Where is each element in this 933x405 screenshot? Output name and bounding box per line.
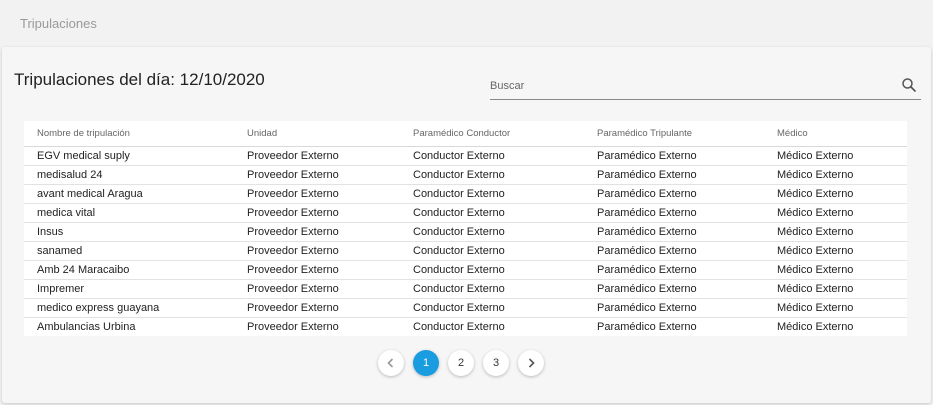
cell-doctor: Médico Externo [764,298,907,318]
cell-crew-paramedic: Paramédico Externo [584,165,764,185]
cell-crew-paramedic: Paramédico Externo [584,203,764,223]
cell-doctor: Médico Externo [777,321,854,333]
cell-doctor: Médico Externo [764,146,907,166]
cell-unit: Proveedor Externo [234,146,400,166]
cell-crew-name: medico express guayana [24,298,234,318]
crews-card: Tripulaciones del día: 12/10/2020 Nombre… [2,47,931,403]
cell-driver-paramedic: Conductor Externo [400,203,584,223]
cell-crew-name: avant medical Aragua [24,184,234,204]
previous-page-button[interactable] [378,349,404,376]
cell-crew-paramedic: Paramédico Externo [584,146,764,166]
cell-unit: Proveedor Externo [234,298,400,318]
cell-crew-paramedic: Paramédico Externo [584,184,764,204]
cell-unit: Proveedor Externo [234,222,400,242]
cell-crew-name: Ambulancias Urbina [37,321,136,333]
cell-doctor: Médico Externo [764,184,907,204]
table-row[interactable]: Insus Proveedor Externo Conductor Externo P… [24,222,907,242]
cell-unit: Proveedor Externo [234,241,400,261]
cell-crew-name: EGV medical suply [24,146,234,166]
table-row[interactable]: Ambulancias Urbina Proveedor Externo Condu… [24,318,907,337]
cell-doctor: Médico Externo [764,260,907,280]
search-field[interactable] [490,72,921,100]
cell-doctor: Médico Externo [764,241,907,261]
cell-crew-paramedic: Paramédico Externo [584,298,764,318]
pagination: 1 2 3 [378,349,544,376]
cell-crew-paramedic: Paramédico Externo [584,279,764,299]
cell-unit: Proveedor Externo [234,279,400,299]
cell-unit: Proveedor Externo [234,260,400,280]
cell-doctor: Médico Externo [764,222,907,242]
cell-crew-name: medisalud 24 [24,165,234,185]
column-header-crew-name[interactable]: Nombre de tripulación [24,121,234,147]
cell-crew-paramedic: Paramédico Externo [597,321,697,333]
table-row[interactable]: Impremer Proveedor Externo Conductor Exter… [24,279,907,299]
cell-unit: Proveedor Externo [234,203,400,223]
cell-driver-paramedic: Conductor Externo [400,222,584,242]
cell-driver-paramedic: Conductor Externo [400,184,584,204]
crews-table: Nombre de tripulación Unidad Paramédico … [24,121,907,336]
cell-unit: Proveedor Externo [234,165,400,185]
column-header-doctor[interactable]: Médico [764,121,907,147]
page-title: Tripulaciones [20,16,97,31]
cell-crew-paramedic: Paramédico Externo [584,222,764,242]
next-page-button[interactable] [518,349,544,376]
table-row[interactable]: avant medical Aragua Proveedor Externo Con… [24,184,907,204]
table-row[interactable]: sanamed Proveedor Externo Conductor Extern… [24,241,907,261]
table-header-row: Nombre de tripulación Unidad Paramédico … [24,121,907,147]
cell-doctor: Médico Externo [764,203,907,223]
cell-doctor: Médico Externo [764,165,907,185]
cell-driver-paramedic: Conductor Externo [400,279,584,299]
cell-driver-paramedic: Conductor Externo [400,298,584,318]
page-button-3[interactable]: 3 [483,349,509,376]
table-row[interactable]: EGV medical suply Proveedor Externo Conduc… [24,146,907,166]
table-row[interactable]: medico express guayana Proveedor Externo C… [24,298,907,318]
column-header-crew-paramedic[interactable]: Paramédico Tripulante [584,121,764,147]
table-row[interactable]: medica vital Proveedor Externo Conductor E… [24,203,907,223]
search-icon[interactable] [900,76,918,94]
page-button-2[interactable]: 2 [448,349,474,376]
cell-unit: Proveedor Externo [234,184,400,204]
cell-driver-paramedic: Conductor Externo [400,146,584,166]
cell-crew-name: sanamed [24,241,234,261]
cell-crew-paramedic: Paramédico Externo [584,260,764,280]
cell-driver-paramedic: Conductor Externo [413,321,505,333]
column-header-unit[interactable]: Unidad [234,121,400,147]
cell-doctor: Médico Externo [764,279,907,299]
cell-crew-name: Insus [24,222,234,242]
cell-crew-name: Impremer [24,279,234,299]
table-row[interactable]: medisalud 24 Proveedor Externo Conductor E… [24,165,907,185]
cell-crew-name: Amb 24 Maracaibo [24,260,234,280]
cell-driver-paramedic: Conductor Externo [400,241,584,261]
table-row[interactable]: Amb 24 Maracaibo Proveedor Externo Conduct… [24,260,907,280]
card-title: Tripulaciones del día: 12/10/2020 [14,70,265,89]
cell-crew-name: medica vital [24,203,234,223]
search-input[interactable] [490,76,890,96]
chevron-right-icon [528,357,535,368]
cell-driver-paramedic: Conductor Externo [400,165,584,185]
chevron-left-icon [387,357,394,368]
column-header-driver-paramedic[interactable]: Paramédico Conductor [400,121,584,147]
page-button-1[interactable]: 1 [413,349,439,376]
cell-driver-paramedic: Conductor Externo [400,260,584,280]
cell-crew-paramedic: Paramédico Externo [584,241,764,261]
cell-unit: Proveedor Externo [247,321,339,333]
